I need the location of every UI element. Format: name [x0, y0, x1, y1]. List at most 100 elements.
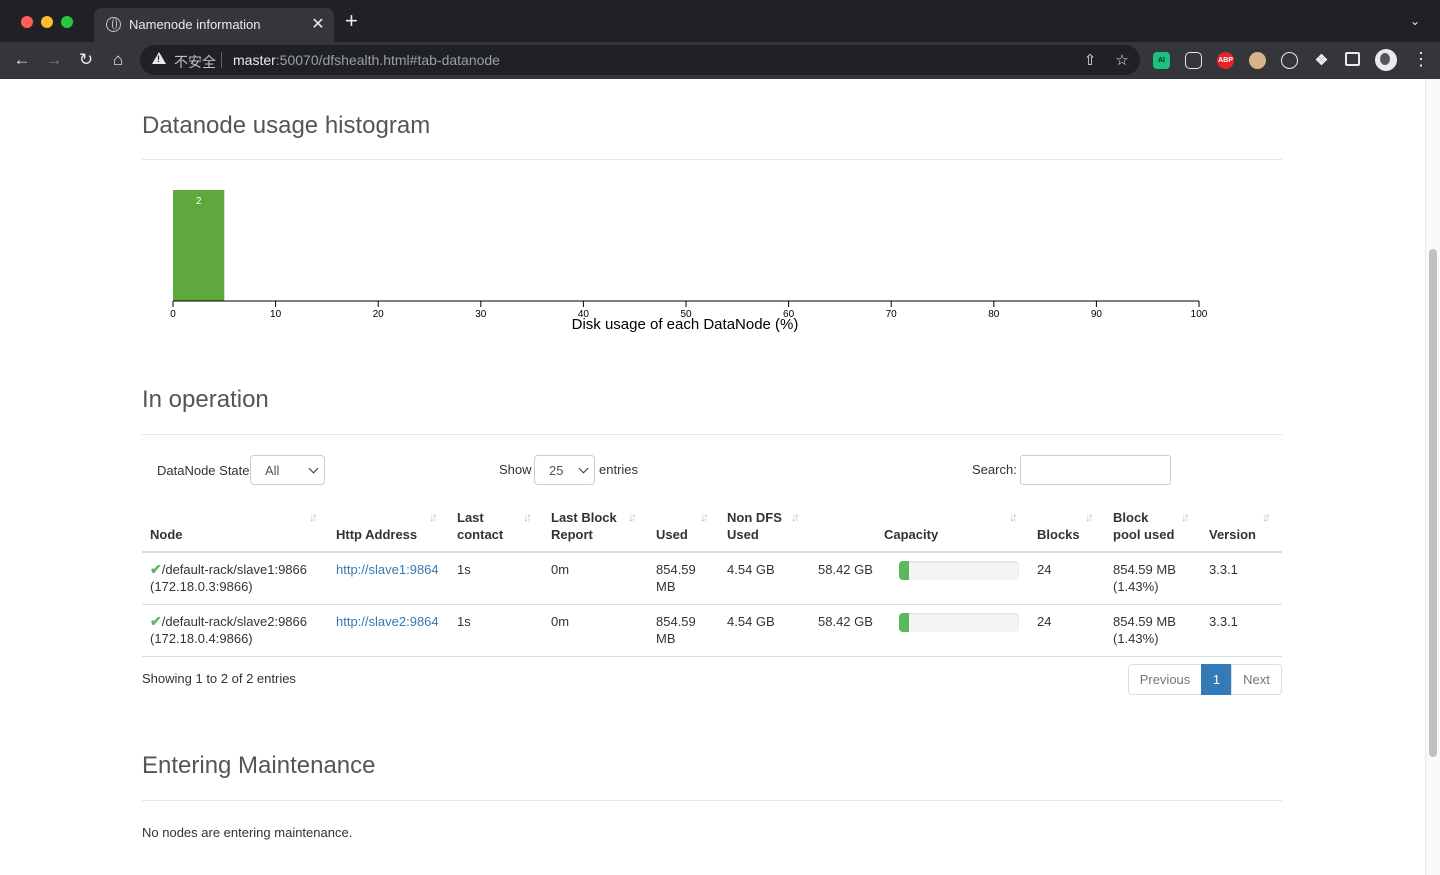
url-text[interactable]: master:50070/dfshealth.html#tab-datanode — [233, 52, 500, 68]
tab-search-chevron-icon[interactable]: ⌄ — [1410, 14, 1420, 28]
next-page-button[interactable]: Next — [1231, 664, 1282, 695]
sort-icon[interactable]: ↓↑ — [700, 510, 709, 524]
glasses-extension-icon[interactable] — [1185, 52, 1202, 69]
column-header-blocks[interactable]: Blocks — [1037, 526, 1080, 543]
datanode-state-select[interactable]: All — [250, 455, 325, 485]
header-line2: Report — [551, 527, 593, 542]
sort-icon[interactable]: ↓↑ — [1009, 510, 1018, 524]
sort-icon[interactable]: ↓↑ — [309, 510, 318, 524]
http-address-link[interactable]: http://slave1:9864 — [336, 561, 439, 578]
bookmark-star-icon[interactable]: ☆ — [1113, 51, 1131, 69]
x-axis-label: Disk usage of each DataNode (%) — [572, 316, 799, 333]
security-label[interactable]: 不安全 — [174, 52, 216, 72]
x-axis-tick-label: 0 — [170, 309, 176, 320]
header-line1: Last Block — [551, 510, 617, 525]
back-arrow-icon[interactable]: ← — [12, 50, 32, 70]
column-header-non-dfs-used[interactable]: Non DFS Used — [727, 509, 782, 543]
column-header-node[interactable]: Node — [150, 526, 183, 543]
circle-extension-icon[interactable] — [1281, 52, 1298, 69]
table-header-border — [142, 551, 1282, 553]
column-header-http-address[interactable]: Http Address — [336, 526, 417, 543]
header-line1: Non DFS — [727, 510, 782, 525]
share-icon[interactable]: ⇧ — [1081, 51, 1099, 69]
page-1-button[interactable]: 1 — [1201, 664, 1232, 695]
column-header-used[interactable]: Used — [656, 526, 688, 543]
used-unit: MB — [656, 631, 676, 646]
non-dfs-used-cell: 4.54 GB — [727, 562, 775, 577]
capacity-progress-bar — [899, 613, 1019, 632]
capacity-cell: 58.42 GB — [818, 614, 873, 629]
column-header-block-pool-used[interactable]: Block pool used — [1113, 509, 1174, 543]
new-tab-button[interactable]: + — [345, 10, 358, 32]
used-cell: 854.59 MB — [656, 613, 696, 647]
browser-toolbar: ← → ↻ ⌂ 不安全 master:50070/dfshealth.html#… — [0, 42, 1440, 79]
forward-arrow-icon[interactable]: → — [44, 50, 64, 70]
table-info: Showing 1 to 2 of 2 entries — [142, 671, 296, 686]
column-header-version[interactable]: Version — [1209, 526, 1256, 543]
close-tab-icon[interactable]: ✕ — [310, 14, 326, 34]
http-address-link[interactable]: http://slave2:9864 — [336, 613, 439, 630]
histogram-bar-label: 2 — [196, 196, 202, 207]
browser-tab[interactable]: Namenode information ✕ — [94, 8, 334, 42]
x-axis-tick-label: 70 — [886, 309, 898, 320]
last-block-report-cell: 0m — [551, 562, 570, 577]
tab-title: Namenode information — [129, 17, 261, 32]
sort-icon[interactable]: ↓↑ — [523, 510, 532, 524]
sort-icon[interactable]: ↓↑ — [1181, 510, 1190, 524]
node-name: /default-rack/slave1:9866 — [161, 562, 307, 577]
ai-extension-icon[interactable]: AI — [1153, 52, 1170, 69]
address-bar[interactable]: 不安全 master:50070/dfshealth.html#tab-data… — [140, 45, 1140, 75]
header-line1: Last — [457, 510, 484, 525]
scrollbar-thumb[interactable] — [1429, 249, 1437, 757]
node-cell: ✔/default-rack/slave1:9866 (172.18.0.3:98… — [150, 561, 307, 595]
profile-avatar[interactable] — [1375, 49, 1397, 71]
column-header-last-contact[interactable]: Last contact — [457, 509, 503, 543]
x-axis-tick-label: 20 — [373, 309, 385, 320]
search-input[interactable] — [1020, 455, 1171, 485]
column-header-capacity[interactable]: Capacity — [884, 526, 938, 543]
chevron-down-icon — [308, 463, 319, 474]
used-value: 854.59 — [656, 562, 696, 577]
entries-per-page-select[interactable]: 25 — [534, 455, 595, 485]
row-divider — [142, 656, 1282, 657]
reload-icon[interactable]: ↻ — [76, 50, 96, 70]
header-line2: Used — [656, 527, 688, 542]
maintenance-text: No nodes are entering maintenance. — [142, 825, 353, 840]
pool-used-percent: (1.43%) — [1113, 579, 1159, 594]
owl-extension-icon[interactable] — [1249, 52, 1266, 69]
sort-icon[interactable]: ↓↑ — [1262, 510, 1271, 524]
maximize-window-button[interactable] — [61, 16, 73, 28]
puzzle-extensions-icon[interactable]: ❖ — [1313, 52, 1330, 69]
browser-chrome: Namenode information ✕ + ⌄ ← → ↻ ⌂ 不安全 m… — [0, 0, 1440, 79]
page-scrollbar[interactable] — [1425, 79, 1440, 875]
maintenance-section-title: Entering Maintenance — [142, 752, 376, 779]
blocks-cell: 24 — [1037, 614, 1052, 629]
sort-icon[interactable]: ↓↑ — [628, 510, 637, 524]
warning-icon[interactable] — [152, 52, 166, 64]
divider — [142, 434, 1282, 435]
minimize-window-button[interactable] — [41, 16, 53, 28]
header-line2: pool used — [1113, 527, 1175, 542]
header-line2: Version — [1209, 527, 1256, 542]
sort-icon[interactable]: ↓↑ — [1085, 510, 1094, 524]
column-header-last-block-report[interactable]: Last Block Report — [551, 509, 617, 543]
menu-kebab-icon[interactable]: ⋮ — [1412, 49, 1430, 69]
divider — [142, 800, 1282, 801]
previous-page-button[interactable]: Previous — [1128, 664, 1202, 695]
sort-icon[interactable]: ↓↑ — [791, 510, 800, 524]
x-axis-tick-label: 80 — [988, 309, 1000, 320]
close-window-button[interactable] — [21, 16, 33, 28]
last-contact-cell: 1s — [457, 562, 471, 577]
capacity-cell: 58.42 GB — [818, 562, 873, 577]
adblock-plus-icon[interactable]: ABP — [1217, 52, 1234, 69]
tab-strip: Namenode information ✕ + ⌄ — [0, 0, 1440, 42]
side-panel-icon[interactable] — [1345, 52, 1360, 66]
node-ip: (172.18.0.4:9866) — [150, 631, 253, 646]
row-divider — [142, 604, 1282, 605]
sort-icon[interactable]: ↓↑ — [429, 510, 438, 524]
divider — [221, 52, 222, 68]
home-icon[interactable]: ⌂ — [108, 50, 128, 70]
used-value: 854.59 — [656, 614, 696, 629]
x-axis-tick-label: 30 — [475, 309, 487, 320]
header-line2: contact — [457, 527, 504, 542]
